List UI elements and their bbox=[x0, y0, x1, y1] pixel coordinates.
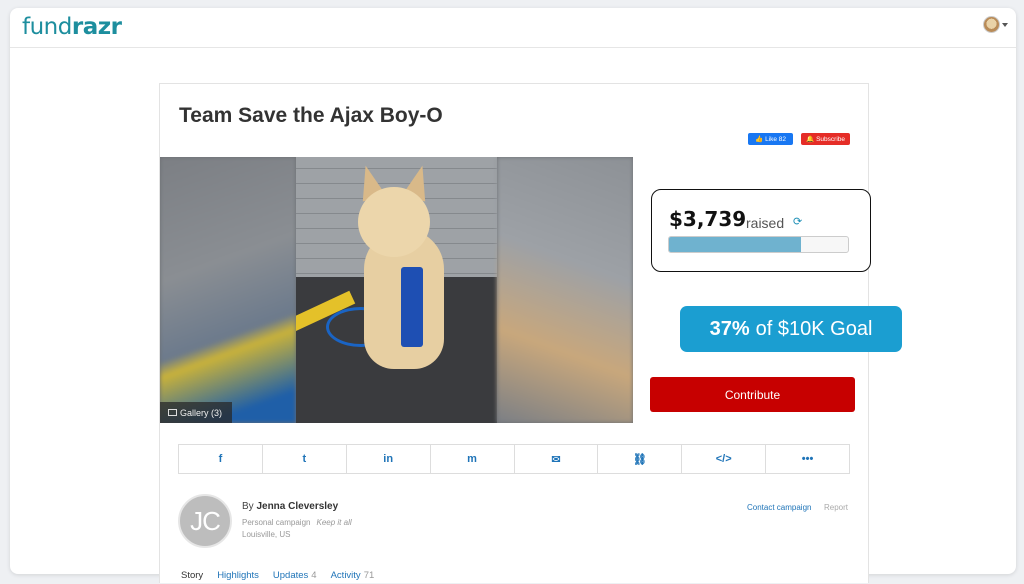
funds-raised-panel: $3,739 raised ⟳ bbox=[651, 189, 871, 272]
like-label: Like 82 bbox=[765, 135, 787, 143]
facebook-share-button[interactable]: f bbox=[179, 445, 263, 473]
tab-updates-count: 4 bbox=[311, 570, 317, 581]
logo-text-suffix: razr bbox=[71, 14, 122, 40]
tab-activity-label: Activity bbox=[330, 570, 361, 581]
tab-story[interactable]: Story bbox=[181, 570, 203, 581]
refresh-icon[interactable]: ⟳ bbox=[793, 215, 802, 228]
linkedin-share-button[interactable]: in bbox=[347, 445, 431, 473]
goal-progress-badge: 37% of $10K Goal bbox=[680, 306, 902, 352]
tab-highlights[interactable]: Highlights bbox=[217, 570, 259, 581]
facebook-icon: f bbox=[218, 453, 223, 465]
progress-bar-fill bbox=[669, 237, 802, 252]
owner-byline: By Jenna Cleversley bbox=[242, 501, 338, 512]
image-icon bbox=[168, 409, 177, 416]
share-bar: f t in m ✉ ⛓ </> ••• bbox=[178, 444, 850, 474]
tab-updates-label: Updates bbox=[272, 570, 309, 581]
subscribe-label: Subscribe bbox=[816, 135, 845, 143]
campaign-tagline: Keep it all bbox=[316, 518, 352, 527]
campaign-tabs: Story Highlights Updates 4 Activity 71 bbox=[181, 570, 374, 581]
campaign-location: Louisville, US bbox=[242, 530, 291, 539]
by-prefix: By bbox=[242, 501, 254, 512]
messenger-icon: m bbox=[467, 453, 477, 465]
tab-story-label: Story bbox=[181, 570, 204, 581]
chevron-down-icon bbox=[1002, 22, 1008, 27]
owner-avatar[interactable]: JC bbox=[178, 494, 232, 548]
goal-text: of $10K Goal bbox=[755, 317, 873, 340]
bell-icon: 🔔 bbox=[806, 136, 815, 143]
tab-activity-count: 71 bbox=[363, 570, 375, 581]
email-share-button[interactable]: ✉ bbox=[515, 445, 599, 473]
campaign-card: Team Save the Ajax Boy-O 👍 Like 82 🔔 Subsc… bbox=[159, 83, 902, 583]
campaign-media[interactable]: Gallery (3) bbox=[160, 157, 633, 423]
campaign-photo bbox=[296, 157, 497, 423]
amount-raised: $3,739 bbox=[669, 207, 747, 231]
contribute-button[interactable]: Contribute bbox=[650, 377, 855, 412]
twitter-share-button[interactable]: t bbox=[263, 445, 347, 473]
blurred-background-left bbox=[160, 157, 296, 423]
subscribe-button[interactable]: 🔔 Subscribe bbox=[801, 133, 850, 145]
more-icon: ••• bbox=[801, 453, 814, 465]
thumbs-up-icon: 👍 bbox=[754, 136, 764, 143]
link-share-button[interactable]: ⛓ bbox=[598, 445, 683, 473]
top-navigation: fundrazr bbox=[10, 8, 1016, 48]
campaign-meta: Personal campaign Keep it all bbox=[242, 518, 352, 527]
photo-dog-head bbox=[358, 187, 430, 257]
raised-label: raised bbox=[746, 215, 785, 231]
gallery-button[interactable]: Gallery (3) bbox=[160, 402, 232, 423]
email-icon: ✉ bbox=[551, 453, 561, 466]
progress-bar bbox=[668, 236, 849, 253]
user-avatar bbox=[983, 16, 1000, 33]
embed-icon: </> bbox=[715, 453, 732, 465]
more-share-button[interactable]: ••• bbox=[766, 445, 849, 473]
embed-share-button[interactable]: </> bbox=[682, 445, 767, 473]
contact-campaign-link[interactable]: Contact campaign bbox=[747, 503, 811, 512]
report-link[interactable]: Report bbox=[824, 503, 848, 512]
tab-highlights-label: Highlights bbox=[217, 570, 259, 581]
tab-updates[interactable]: Updates 4 bbox=[273, 570, 317, 581]
goal-percent: 37% bbox=[709, 317, 750, 340]
fundrazr-logo[interactable]: fundrazr bbox=[22, 14, 122, 40]
user-menu-button[interactable] bbox=[983, 16, 1008, 33]
messenger-share-button[interactable]: m bbox=[431, 445, 515, 473]
logo-text-prefix: fund bbox=[22, 14, 72, 40]
campaign-title: Team Save the Ajax Boy-O bbox=[179, 104, 443, 127]
photo-ribbon bbox=[401, 267, 423, 347]
twitter-icon: t bbox=[302, 453, 307, 465]
link-icon: ⛓ bbox=[632, 453, 647, 466]
campaign-type: Personal campaign bbox=[242, 518, 311, 527]
blurred-background-right bbox=[497, 157, 633, 423]
tab-activity[interactable]: Activity 71 bbox=[331, 570, 375, 581]
owner-name[interactable]: Jenna Cleversley bbox=[256, 501, 338, 512]
gallery-label: Gallery (3) bbox=[180, 407, 223, 418]
facebook-like-button[interactable]: 👍 Like 82 bbox=[748, 133, 793, 145]
linkedin-icon: in bbox=[383, 453, 394, 465]
